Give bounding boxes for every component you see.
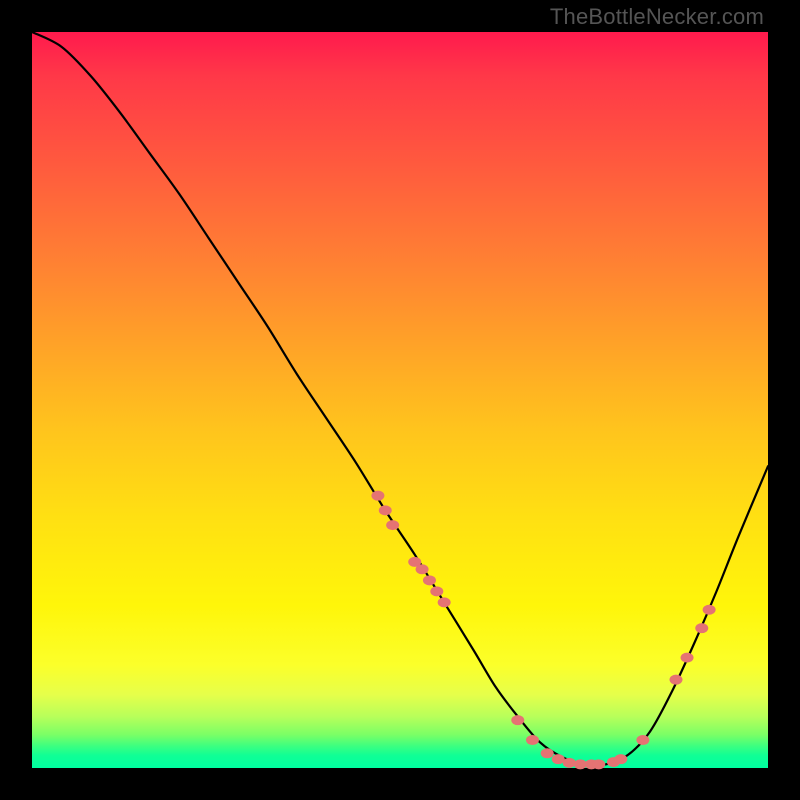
curve-marker xyxy=(563,758,576,768)
curve-marker xyxy=(386,520,399,530)
frame-left xyxy=(0,0,32,800)
curve-marker xyxy=(670,675,683,685)
curve-marker xyxy=(371,491,384,501)
bottleneck-curve-path xyxy=(32,32,768,765)
curve-marker xyxy=(438,597,451,607)
curve-marker xyxy=(379,505,392,515)
curve-marker xyxy=(526,735,539,745)
curve-marker xyxy=(541,748,554,758)
curve-marker xyxy=(614,754,627,764)
curve-marker xyxy=(681,653,694,663)
curve-marker xyxy=(636,735,649,745)
frame-right xyxy=(768,0,800,800)
curve-marker xyxy=(511,715,524,725)
frame-bottom xyxy=(0,768,800,800)
curve-markers xyxy=(371,491,715,770)
curve-marker xyxy=(695,623,708,633)
curve-marker xyxy=(423,575,436,585)
curve-marker xyxy=(430,586,443,596)
curve-marker xyxy=(416,564,429,574)
chart-plot-area xyxy=(32,32,768,768)
curve-marker xyxy=(592,759,605,769)
bottleneck-curve-svg xyxy=(32,32,768,768)
watermark-text: TheBottleNecker.com xyxy=(550,4,764,30)
curve-marker xyxy=(703,605,716,615)
